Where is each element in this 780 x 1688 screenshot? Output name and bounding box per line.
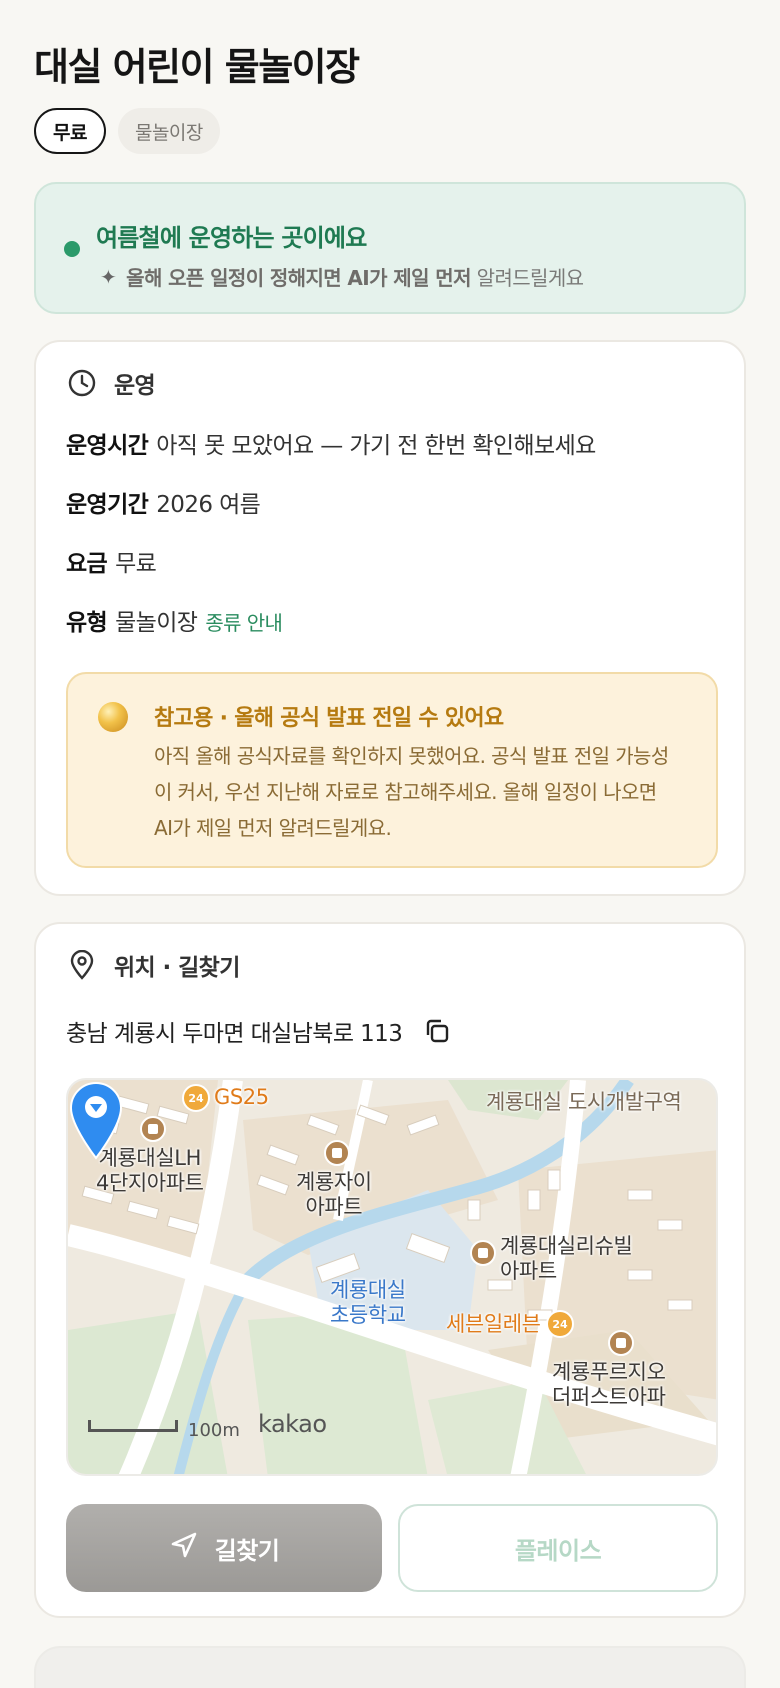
- copy-icon[interactable]: [422, 1016, 452, 1046]
- operation-heading: 운영: [114, 373, 156, 399]
- next-card: [34, 1646, 746, 1688]
- season-title: 여름철에 운영하는 곳이에요: [96, 224, 367, 252]
- info-row-hours: 운영시간 아직 못 모았어요 — 가기 전 한번 확인해보세요: [66, 426, 596, 460]
- info-row-type: 유형 물놀이장 종류 안내: [66, 603, 283, 637]
- convenience-24-icon: 24: [546, 1310, 574, 1338]
- map-view[interactable]: 24 GS25 계룡대실 도시개발구역 계룡대실LH 4단지아파트 계룡자이 아…: [66, 1078, 718, 1476]
- info-key: 유형: [66, 610, 108, 636]
- convenience-24-icon: 24: [182, 1084, 210, 1112]
- navigation-arrow-icon: [169, 1530, 199, 1566]
- notice-body: 아직 올해 공식자료를 확인하지 못했어요. 공식 발표 전일 가능성이 커서,…: [154, 744, 669, 840]
- info-key: 요금: [66, 551, 108, 577]
- info-value: 무료: [115, 551, 157, 577]
- clock-icon: [66, 367, 98, 399]
- address-text: 충남 계룡시 두마면 대실남북로 113: [66, 1021, 403, 1047]
- map-label-seven: 세븐일레븐: [446, 1312, 541, 1336]
- apartment-icon: [608, 1330, 634, 1356]
- place-button-label: 플레이스: [514, 1536, 602, 1565]
- sparkle-icon: ✦: [100, 264, 117, 289]
- apartment-icon: [324, 1140, 350, 1166]
- info-key: 운영시간: [66, 433, 149, 459]
- apartment-icon: [140, 1116, 166, 1142]
- page-title: 대실 어린이 물놀이장: [34, 45, 360, 89]
- map-label-richeville: 계룡대실리슈빌 아파트: [500, 1234, 633, 1283]
- map-scale-bar: [88, 1420, 178, 1432]
- map-label-prugio: 계룡푸르지오 더퍼스트아파: [552, 1360, 666, 1409]
- season-sub-bold: 올해 오픈 일정이 정해지면 AI가 제일 먼저: [126, 266, 471, 290]
- tag-chips: 무료 물놀이장: [34, 108, 220, 154]
- status-dot-icon: [64, 241, 80, 257]
- season-banner: 여름철에 운영하는 곳이에요 ✦ 올해 오픈 일정이 정해지면 AI가 제일 먼…: [34, 182, 746, 314]
- route-button[interactable]: 길찾기: [66, 1504, 382, 1592]
- map-label-zai-apt: 계룡자이 아파트: [296, 1170, 372, 1219]
- coin-icon: [98, 702, 128, 732]
- page: 대실 어린이 물놀이장 무료 물놀이장 여름철에 운영하는 곳이에요 ✦ 올해 …: [0, 0, 780, 1688]
- season-sub-rest: 알려드릴게요: [476, 266, 584, 290]
- reference-notice: 참고용 · 올해 공식 발표 전일 수 있어요 아직 올해 공식자료를 확인하지…: [66, 672, 718, 868]
- map-label-gs25: GS25: [214, 1085, 269, 1109]
- info-row-period: 운영기간 2026 여름: [66, 485, 261, 519]
- address-row: 충남 계룡시 두마면 대실남북로 113: [66, 1014, 452, 1048]
- type-guide-link[interactable]: 종류 안내: [205, 611, 283, 635]
- location-card: 위치 · 길찾기 충남 계룡시 두마면 대실남북로 113 24 GS25 계룡…: [34, 922, 746, 1618]
- route-button-label: 길찾기: [214, 1536, 280, 1565]
- place-button[interactable]: 플레이스: [398, 1504, 718, 1592]
- operation-header: 운영: [66, 366, 156, 400]
- info-value: 2026 여름: [156, 492, 261, 518]
- notice-title: 참고용 · 올해 공식 발표 전일 수 있어요: [154, 706, 504, 731]
- map-label-school: 계룡대실 초등학교: [330, 1278, 406, 1327]
- info-value: 물놀이장: [115, 610, 198, 636]
- info-value: 아직 못 모았어요 — 가기 전 한번 확인해보세요: [156, 433, 596, 459]
- operation-card: 운영 운영시간 아직 못 모았어요 — 가기 전 한번 확인해보세요 운영기간 20…: [34, 340, 746, 896]
- map-scale-label: 100m: [188, 1420, 240, 1441]
- map-marker-pin-icon[interactable]: [68, 1080, 124, 1160]
- info-key: 운영기간: [66, 492, 149, 518]
- type-chip[interactable]: 물놀이장: [117, 108, 220, 154]
- map-label-district: 계룡대실 도시개발구역: [486, 1090, 682, 1114]
- location-heading: 위치 · 길찾기: [114, 955, 240, 981]
- info-row-fee: 요금 무료: [66, 544, 157, 578]
- season-subtitle: ✦ 올해 오픈 일정이 정해지면 AI가 제일 먼저 알려드릴게요: [100, 262, 584, 291]
- location-header: 위치 · 길찾기: [66, 948, 240, 982]
- map-brand-logo: kakao: [258, 1410, 327, 1438]
- location-pin-icon: [66, 949, 98, 981]
- apartment-icon: [470, 1240, 496, 1266]
- fee-chip[interactable]: 무료: [34, 108, 106, 154]
